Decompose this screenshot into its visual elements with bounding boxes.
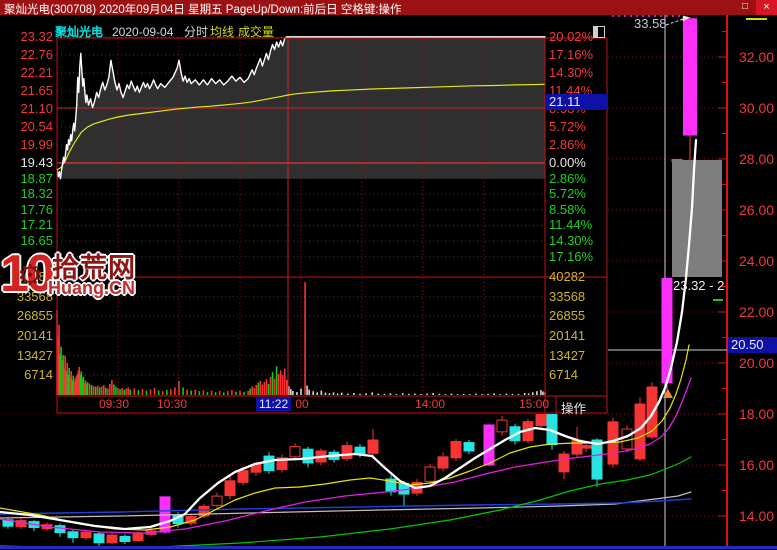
watermark-site-url: Huang.CN — [48, 278, 135, 298]
window-title: 聚灿光电(300708) 2020年09月04日 星期五 PageUp/Down… — [4, 4, 402, 16]
app-window: 聚灿光电 2020-09-04 分时 均线 成交量 21.11 11:22 操作… — [0, 0, 777, 550]
gear-icon: ⚙ — [17, 260, 43, 292]
watermark: 10 ⚙ 拾荒网 Huang.CN — [0, 245, 150, 310]
title-bar[interactable]: 聚灿光电(300708) 2020年09月04日 星期五 PageUp/Down… — [0, 0, 777, 16]
window-bottom-border — [0, 546, 777, 549]
close-button[interactable]: × — [756, 0, 777, 15]
maximize-button[interactable]: □ — [737, 0, 753, 15]
